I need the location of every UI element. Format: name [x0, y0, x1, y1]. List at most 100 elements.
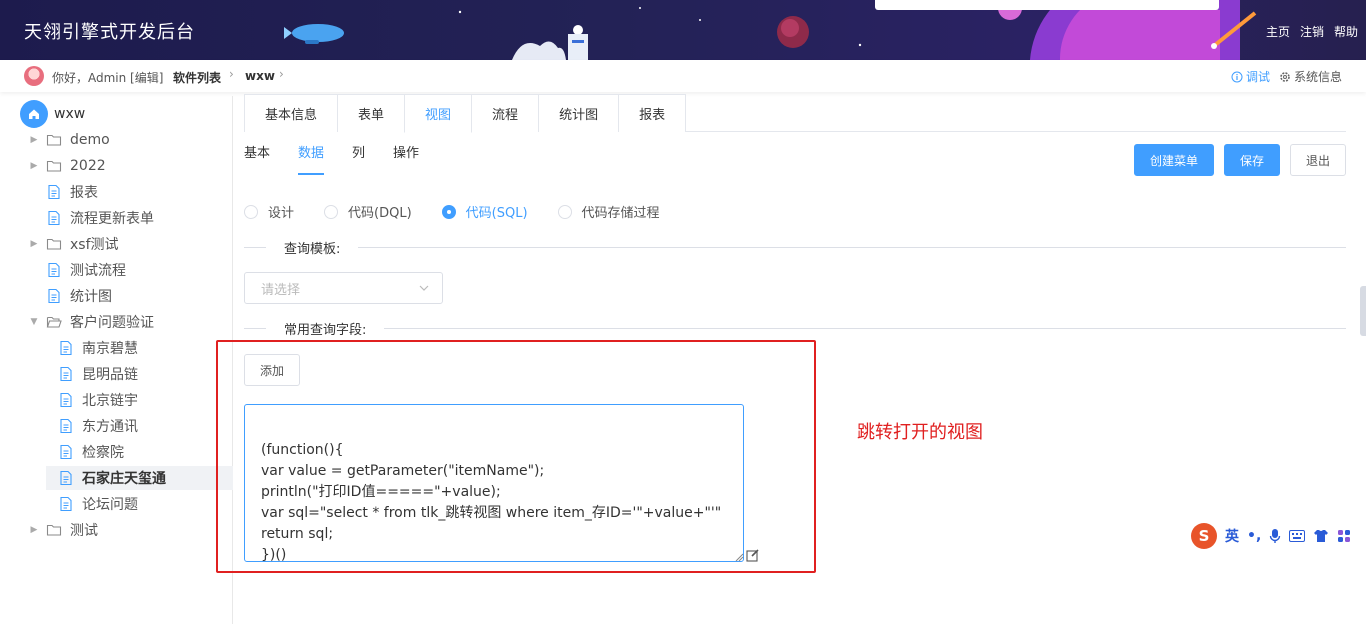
top-header: 天翎引擎式开发后台 主页 注销 帮助 — [0, 0, 1366, 60]
side-panel-handle[interactable] — [1360, 286, 1366, 336]
tab-report[interactable]: 报表 — [618, 94, 687, 132]
radio-dot — [324, 204, 339, 219]
breadcrumb-software-list[interactable]: 软件列表 — [173, 69, 221, 86]
sidebar-item[interactable]: ▶ 2022 — [28, 154, 233, 178]
sidebar-item-label: 检察院 — [82, 445, 124, 461]
greeting-text[interactable]: 你好，Admin [编辑] — [52, 69, 163, 86]
document-icon — [46, 288, 62, 304]
document-icon — [58, 366, 74, 382]
sub-tabs: 基本 数据 列 操作 — [244, 142, 419, 175]
nav-help-link[interactable]: 帮助 — [1334, 23, 1358, 40]
sidebar-item[interactable]: 东方通讯 — [46, 414, 233, 438]
sidebar-item-label: 报表 — [70, 185, 98, 201]
radio-label: 代码存储过程 — [581, 206, 660, 221]
document-icon — [58, 418, 74, 434]
tab-form[interactable]: 表单 — [337, 94, 406, 132]
sidebar-item-label: 2022 — [70, 158, 106, 174]
subtab-basic[interactable]: 基本 — [244, 142, 270, 175]
sidebar-item[interactable]: 昆明品链 — [46, 362, 233, 386]
sidebar-item[interactable]: 测试流程 — [28, 258, 233, 282]
document-icon — [58, 340, 74, 356]
sidebar-item[interactable]: 检察院 — [46, 440, 233, 464]
app-root: 天翎引擎式开发后台 主页 注销 帮助 你好，Admin [编辑] 软件列表 › … — [0, 0, 1366, 624]
debug-link[interactable]: 调试 — [1231, 68, 1270, 85]
exit-button[interactable]: 退出 — [1290, 144, 1346, 176]
radio-design[interactable]: 设计 — [244, 202, 294, 221]
sidebar-item[interactable]: ▶ xsf测试 — [28, 232, 233, 256]
caret-down-icon[interactable]: ▼ — [28, 317, 40, 327]
home-icon — [20, 100, 48, 128]
caret-right-icon[interactable]: ▶ — [28, 239, 40, 249]
breadcrumb-current[interactable]: wxw — [245, 69, 275, 83]
document-icon — [46, 184, 62, 200]
tab-basic-info[interactable]: 基本信息 — [244, 94, 339, 132]
microphone-icon[interactable] — [1269, 528, 1281, 544]
subtab-data[interactable]: 数据 — [298, 142, 325, 175]
debug-label: 调试 — [1246, 70, 1271, 84]
main-tabs: 基本信息 表单 视图 流程 统计图 报表 — [244, 94, 1346, 133]
sidebar-item[interactable]: 石家庄天玺通 — [46, 466, 233, 490]
sidebar-item-label: 论坛问题 — [82, 497, 138, 513]
save-button[interactable]: 保存 — [1224, 144, 1280, 176]
document-icon — [58, 392, 74, 408]
folder-icon — [46, 236, 62, 252]
app-title: 天翎引擎式开发后台 — [24, 22, 195, 43]
toolbox-grid-icon[interactable] — [1337, 529, 1351, 543]
avatar[interactable] — [24, 66, 44, 86]
skin-shirt-icon[interactable] — [1313, 529, 1329, 543]
tab-view[interactable]: 视图 — [404, 94, 473, 133]
ime-language-toggle[interactable]: 英 — [1225, 526, 1239, 546]
nav-logout-link[interactable]: 注销 — [1300, 23, 1324, 40]
document-icon — [58, 470, 74, 486]
section-label-query-template: 查询模板: — [266, 238, 359, 257]
caret-right-icon[interactable]: ▶ — [28, 525, 40, 535]
create-menu-button[interactable]: 创建菜单 — [1134, 144, 1214, 176]
radio-label: 代码(DQL) — [348, 206, 412, 221]
sidebar-item[interactable]: ▶ 测试 — [28, 518, 233, 542]
document-icon — [46, 210, 62, 226]
query-template-select[interactable]: 请选择 — [244, 272, 443, 304]
sidebar-item[interactable]: 论坛问题 — [46, 492, 233, 516]
sidebar-item-label: 测试 — [70, 523, 98, 539]
sidebar-item-label: 昆明品链 — [82, 367, 138, 383]
radio-code-sql[interactable]: 代码(SQL) — [441, 202, 528, 221]
radio-code-dql[interactable]: 代码(DQL) — [324, 202, 412, 221]
keyboard-icon[interactable] — [1289, 530, 1306, 542]
ime-toolbar: S 英 •, — [1189, 521, 1366, 551]
sidebar-item-label: 流程更新表单 — [70, 211, 154, 227]
sogou-logo-icon[interactable]: S — [1191, 523, 1217, 549]
sidebar-item[interactable]: 南京碧慧 — [46, 336, 233, 360]
sidebar-item[interactable]: 报表 — [28, 180, 233, 204]
sidebar-item-label: 统计图 — [70, 289, 112, 305]
tab-flow[interactable]: 流程 — [471, 94, 540, 132]
sidebar-item[interactable]: 流程更新表单 — [28, 206, 233, 230]
sidebar-item[interactable]: 统计图 — [28, 284, 233, 308]
system-info-link[interactable]: 系统信息 — [1279, 68, 1342, 85]
sidebar-item[interactable]: ▼ 客户问题验证 — [28, 310, 233, 334]
breadcrumb-bar: 你好，Admin [编辑] 软件列表 › wxw › 调试 系统信息 — [0, 60, 1366, 92]
radio-dot — [557, 204, 572, 219]
folder-icon — [46, 522, 62, 538]
radio-dot — [244, 204, 258, 219]
subtab-actions[interactable]: 操作 — [393, 142, 419, 175]
mode-radio-group: 设计 代码(DQL) 代码(SQL) 代码存储过程 — [244, 202, 690, 221]
document-icon — [58, 496, 74, 512]
sidebar-item-label: 北京链宇 — [82, 393, 138, 409]
document-icon — [58, 444, 74, 460]
subtab-columns[interactable]: 列 — [352, 142, 365, 175]
sidebar-item-label: xsf测试 — [70, 237, 119, 253]
folder-icon — [46, 132, 62, 148]
nav-home-link[interactable]: 主页 — [1266, 23, 1290, 40]
radio-dot — [441, 204, 456, 219]
sidebar-item-label: 客户问题验证 — [70, 315, 154, 331]
caret-right-icon[interactable]: ▶ — [28, 161, 40, 171]
sidebar-item[interactable]: 北京链宇 — [46, 388, 233, 412]
tree-root[interactable]: wxw — [20, 100, 85, 128]
sidebar-item[interactable]: ▶ demo — [28, 128, 233, 152]
document-icon — [46, 262, 62, 278]
header-search-box[interactable] — [875, 0, 1219, 10]
radio-code-procedure[interactable]: 代码存储过程 — [557, 202, 660, 221]
tab-chart[interactable]: 统计图 — [538, 94, 620, 132]
ime-punctuation-toggle[interactable]: •, — [1247, 528, 1261, 544]
caret-right-icon[interactable]: ▶ — [28, 135, 40, 145]
